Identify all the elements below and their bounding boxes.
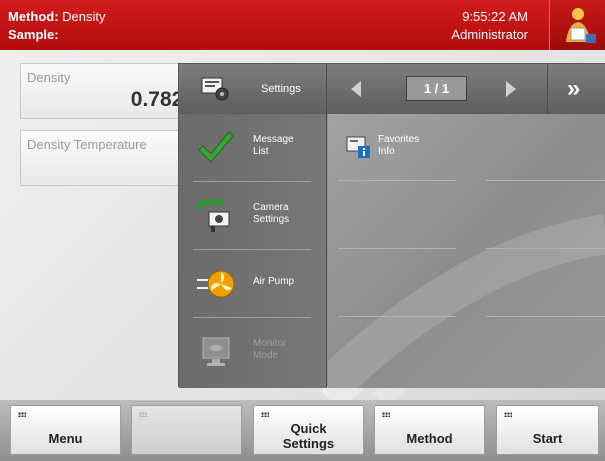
temperature-panel[interactable]: Density Temperature 0.	[20, 130, 200, 186]
grid-dots-icon	[261, 412, 269, 417]
method-button[interactable]: Method	[374, 405, 485, 455]
grid-divider	[486, 180, 605, 181]
grid-divider	[338, 180, 456, 181]
density-panel[interactable]: Density 0.7827	[20, 63, 200, 119]
settings-title: Settings	[261, 83, 301, 95]
menu-label-message-list: Message List	[253, 134, 294, 157]
info-icon	[346, 136, 370, 158]
menu-label-air-pump: Air Pump	[253, 276, 295, 287]
grid-divider	[486, 316, 605, 317]
menu-item-message-list[interactable]: Message List	[179, 114, 327, 182]
favorites-area: Favorites Info	[328, 114, 605, 388]
bottom-toolbar: Menu Quick Settings Method Start	[0, 400, 605, 461]
grid-dots-icon	[504, 412, 512, 417]
start-button[interactable]: Start	[496, 405, 599, 455]
grid-dots-icon	[382, 412, 390, 417]
settings-menu: Message List Camera Settings Air Pump Mo…	[179, 114, 327, 388]
favorites-info-label: Favorites Info	[378, 134, 420, 157]
user-name: Administrator	[451, 27, 528, 42]
clock: 9:55:22 AM	[462, 9, 528, 24]
method-line: Method: Density	[8, 9, 106, 24]
fan-icon	[197, 270, 235, 298]
quick-settings-label: Quick Settings	[282, 421, 335, 451]
grid-dots-icon	[18, 412, 26, 417]
sample-line: Sample:	[8, 27, 59, 42]
user-button[interactable]	[549, 0, 605, 50]
quick-settings-button[interactable]: Quick Settings	[253, 405, 364, 455]
method-button-label: Method	[406, 431, 453, 446]
grid-dots-icon	[139, 412, 147, 417]
method-label: Method:	[8, 9, 59, 24]
camera-icon	[197, 199, 230, 232]
menu-label-monitor-mode: Monitor Mode	[253, 338, 287, 361]
next-page-icon[interactable]	[506, 81, 516, 97]
menu-button-label: Menu	[48, 431, 83, 446]
header-bar: Method: Density Sample: 9:55:22 AM Admin…	[0, 0, 605, 50]
start-button-label: Start	[532, 431, 563, 446]
settings-panel: Settings 1 / 1 » Message List Camera Set…	[178, 63, 605, 388]
settings-icon	[201, 77, 229, 101]
blank-button	[131, 405, 242, 455]
fast-forward-icon: »	[567, 75, 581, 102]
menu-item-monitor-mode: Monitor Mode	[179, 318, 327, 386]
density-label: Density	[27, 70, 71, 85]
grid-divider	[338, 248, 456, 249]
grid-divider	[486, 248, 605, 249]
user-icon	[566, 8, 596, 43]
method-value: Density	[62, 9, 106, 24]
fast-forward-button[interactable]: »	[547, 64, 605, 114]
temperature-label: Density Temperature	[27, 137, 147, 152]
previous-page-icon[interactable]	[351, 81, 361, 97]
settings-title-cell: Settings	[179, 64, 327, 114]
favorites-info-item[interactable]: Favorites Info	[338, 134, 458, 174]
menu-item-camera-settings[interactable]: Camera Settings	[179, 182, 327, 250]
menu-button[interactable]: Menu	[10, 405, 121, 455]
menu-item-air-pump[interactable]: Air Pump	[179, 250, 327, 318]
checkmark-icon	[198, 131, 234, 163]
page-indicator: 1 / 1	[406, 76, 467, 101]
grid-divider	[338, 316, 456, 317]
menu-label-camera-settings: Camera Settings	[253, 202, 290, 225]
sample-label: Sample:	[8, 27, 59, 42]
settings-toolbar: Settings 1 / 1 »	[179, 64, 605, 114]
monitor-icon	[202, 337, 230, 366]
